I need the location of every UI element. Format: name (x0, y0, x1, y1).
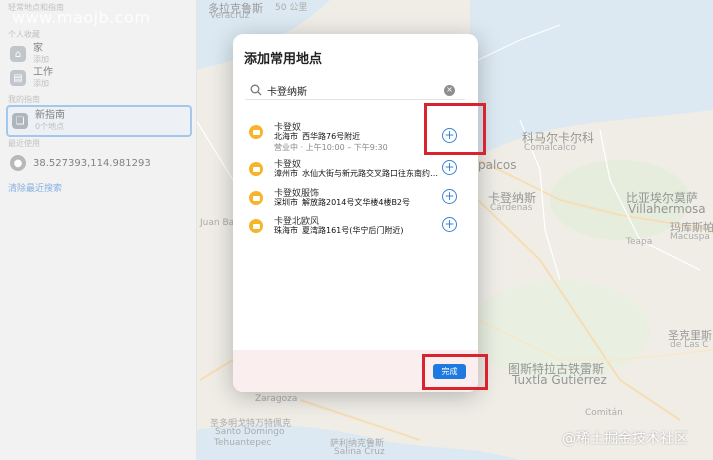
add-favorite-dialog: 添加常用地点 × 卡登奴 北海市西华路76号附近 营业中 · 上午10:00 –… (233, 34, 478, 392)
result-item[interactable]: 卡登奴服饰 深圳市 解放路2014号文华楼4楼B2号 + (245, 186, 469, 216)
result-item[interactable]: 卡登奴 漳州市 水仙大街与新元路交叉路口往东南约… + (245, 157, 469, 187)
shopping-bag-icon (249, 219, 263, 233)
result-item[interactable]: 卡登北欧风 珠海市 夏湾路161号(华宁后门附近) + (245, 214, 469, 244)
result-address: 北海市 西华路76号附近 (274, 131, 360, 142)
highlight-box (422, 354, 488, 390)
clear-search-button[interactable]: × (444, 84, 455, 96)
result-address: 深圳市 解放路2014号文华楼4楼B2号 (274, 197, 410, 208)
shopping-bag-icon (249, 191, 263, 205)
search-field[interactable]: × (245, 81, 465, 100)
add-place-button[interactable]: + (442, 160, 457, 175)
result-street: 西华路76号附近 (302, 132, 361, 141)
watermark: @稀土掘金技术社区 (562, 431, 688, 447)
search-icon (250, 84, 262, 96)
result-city: 北海市 (274, 132, 298, 141)
result-street: 解放路2014号文华楼4楼B2号 (302, 198, 411, 207)
shopping-bag-icon (249, 162, 263, 176)
result-address: 漳州市 水仙大街与新元路交叉路口往东南约… (274, 168, 438, 179)
dialog-title: 添加常用地点 (244, 52, 323, 67)
shopping-bag-icon (249, 125, 263, 139)
result-address: 珠海市 夏湾路161号(华宁后门附近) (274, 225, 404, 236)
result-city: 深圳市 (274, 198, 298, 207)
result-hours: 营业中 · 上午10:00 – 下午9:30 (274, 143, 388, 152)
result-city: 珠海市 (274, 226, 298, 235)
add-place-button[interactable]: + (442, 189, 457, 204)
result-street: 夏湾路161号(华宁后门附近) (302, 226, 404, 235)
result-street: 水仙大街与新元路交叉路口往东南约… (302, 169, 438, 178)
search-input[interactable] (267, 84, 437, 96)
result-city: 漳州市 (274, 169, 298, 178)
highlight-box (424, 103, 486, 155)
add-place-button[interactable]: + (442, 217, 457, 232)
